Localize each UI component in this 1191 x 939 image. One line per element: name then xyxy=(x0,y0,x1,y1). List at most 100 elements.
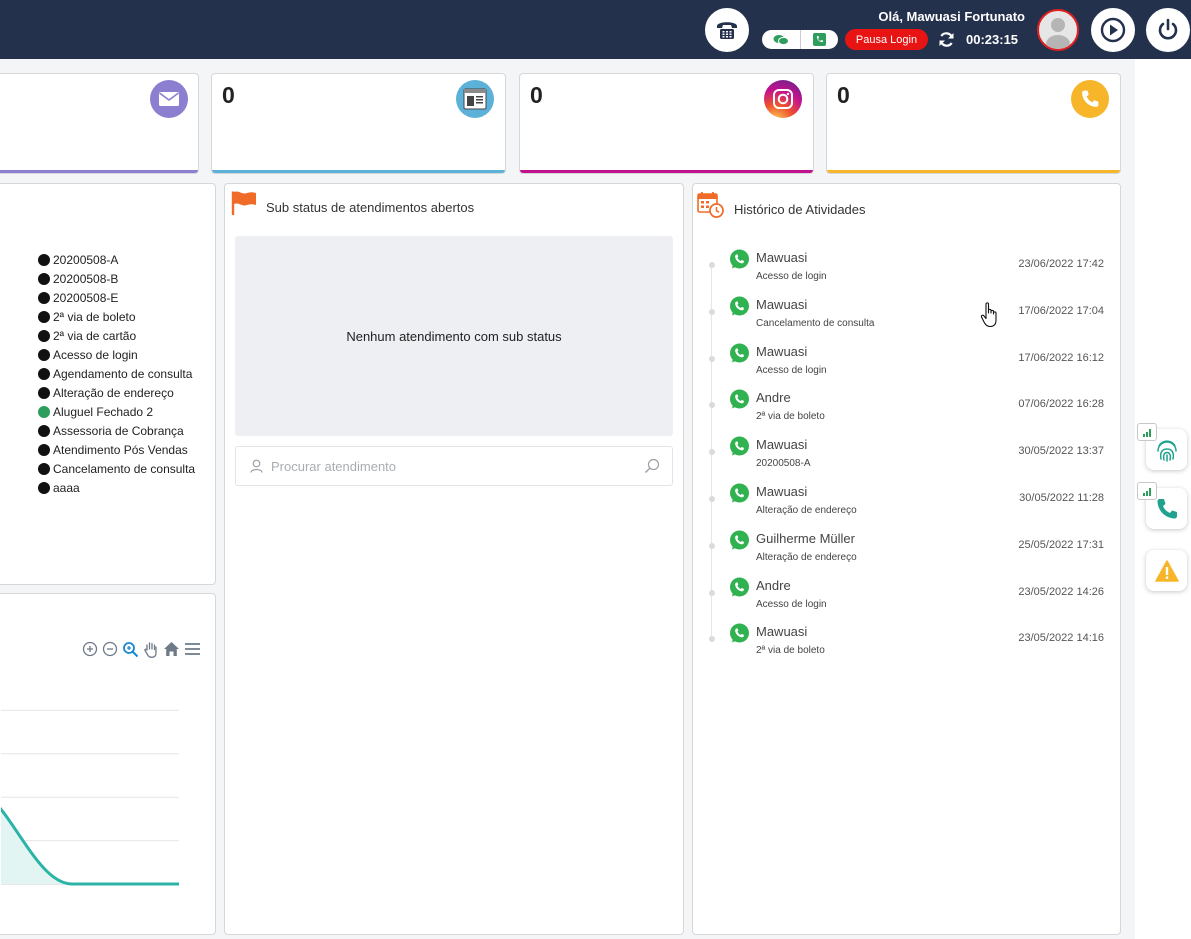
timeline-dot xyxy=(709,636,715,643)
history-date: 23/05/2022 14:26 xyxy=(1018,585,1104,598)
status-dot xyxy=(38,367,50,380)
phone-icon xyxy=(1157,498,1177,518)
status-item: 2ª via de boleto xyxy=(38,307,195,326)
phone-count: 0 xyxy=(837,82,850,108)
warning-icon xyxy=(1154,559,1179,582)
web-chat-icon xyxy=(456,80,494,118)
history-user-name: Guilherme Müller xyxy=(756,530,855,546)
web-chat-card-bar xyxy=(212,170,505,173)
zoom-in-icon[interactable] xyxy=(82,641,98,657)
history-item[interactable]: Guilherme Müller Alteração de endereço 25/… xyxy=(693,530,1120,570)
whatsapp-icon xyxy=(730,343,749,363)
status-dot xyxy=(38,348,50,361)
chart-card: 22/06 23/06 xyxy=(0,593,216,935)
whatsapp-icon xyxy=(730,483,749,503)
timeline-dot xyxy=(709,262,715,268)
status-dot xyxy=(38,310,50,323)
status-dot xyxy=(38,291,50,304)
instagram-count: 0 xyxy=(530,82,543,108)
status-item: 20200508-B xyxy=(38,269,195,288)
home-icon[interactable] xyxy=(163,641,180,657)
history-status: Alteração de endereço xyxy=(756,551,857,563)
line-chart: 22/06 23/06 xyxy=(1,709,179,894)
history-status: Acesso de login xyxy=(756,364,827,376)
history-item[interactable]: Mawuasi Acesso de login 17/06/2022 16:12 xyxy=(693,343,1120,383)
chat-toggle[interactable] xyxy=(762,30,801,49)
status-item: Acesso de login xyxy=(38,345,195,364)
history-date: 17/06/2022 16:12 xyxy=(1018,351,1104,364)
status-item: 20200508-E xyxy=(38,288,195,307)
history-item[interactable]: Mawuasi 2ª via de boleto 23/05/2022 14:16 xyxy=(693,623,1120,663)
chat-bubbles-icon xyxy=(773,34,789,45)
status-item: Cancelamento de consulta xyxy=(38,459,195,478)
whatsapp-icon xyxy=(730,436,749,456)
flag-icon xyxy=(231,191,256,215)
status-label: Agendamento de consulta xyxy=(53,366,193,381)
history-item[interactable]: Andre 2ª via de boleto 07/06/2022 16:28 xyxy=(693,389,1120,429)
history-date: 30/05/2022 13:37 xyxy=(1018,445,1104,458)
status-label: Assessoria de Cobrança xyxy=(53,423,184,438)
history-item[interactable]: Mawuasi 20200508-A 30/05/2022 13:37 xyxy=(693,436,1120,476)
fingerprint-icon xyxy=(1156,439,1177,462)
history-date: 30/05/2022 11:28 xyxy=(1019,492,1104,504)
history-status: Cancelamento de consulta xyxy=(756,317,875,329)
web-chat-count: 0 xyxy=(222,82,235,108)
alert-button[interactable] xyxy=(1146,550,1187,591)
play-icon xyxy=(1100,17,1126,43)
status-item: Agendamento de consulta xyxy=(38,364,195,383)
email-stat-card[interactable] xyxy=(0,73,199,174)
status-item: 20200508-A xyxy=(38,250,195,269)
play-button[interactable] xyxy=(1091,8,1135,52)
menu-icon[interactable] xyxy=(184,642,201,656)
history-user-name: Mawuasi xyxy=(756,250,808,265)
magnifier-icon[interactable] xyxy=(122,641,139,658)
avatar[interactable] xyxy=(1037,9,1079,51)
hand-cursor-icon xyxy=(980,302,997,328)
history-user-name: Andre xyxy=(756,577,791,593)
x-tick-label: 22/06 xyxy=(57,893,87,894)
history-item[interactable]: Mawuasi Alteração de endereço 30/05/2022 1… xyxy=(693,483,1120,523)
signal-strength-icon xyxy=(1137,482,1157,500)
instagram-stat-card[interactable]: 0 xyxy=(519,73,814,174)
session-timer: 00:23:15 xyxy=(966,32,1019,47)
instagram-card-bar xyxy=(520,170,813,173)
refresh-icon[interactable] xyxy=(938,31,955,48)
search-icon[interactable] xyxy=(644,458,660,474)
telephone-button[interactable] xyxy=(705,8,749,52)
history-date: 23/05/2022 14:16 xyxy=(1018,632,1104,645)
status-dot xyxy=(38,405,50,418)
pause-login-button[interactable]: Pausa Login xyxy=(845,29,928,50)
signal-strength-icon xyxy=(1137,423,1157,441)
phone-square-icon xyxy=(812,33,826,46)
phone-card-bar xyxy=(827,170,1120,173)
email-card-bar xyxy=(0,170,198,173)
history-date: 17/06/2022 17:04 xyxy=(1018,304,1104,317)
whatsapp-icon xyxy=(730,389,749,409)
search-input[interactable] xyxy=(271,458,631,474)
search-box xyxy=(235,446,673,486)
history-user-name: Mawuasi xyxy=(756,437,808,453)
logout-button[interactable] xyxy=(1146,8,1190,52)
web-chat-stat-card[interactable]: 0 xyxy=(211,73,506,174)
history-user-name: Andre xyxy=(756,390,791,406)
status-label: Aluguel Fechado 2 xyxy=(53,404,154,419)
chart-area-fill xyxy=(1,809,179,884)
history-item[interactable]: Mawuasi Cancelamento de consulta 17/06/202… xyxy=(693,296,1120,336)
substatus-panel: Sub status de atendimentos abertos Nenhu… xyxy=(224,183,684,935)
history-user-name: Mawuasi xyxy=(756,624,808,640)
status-dot xyxy=(38,253,50,266)
history-status: Acesso de login xyxy=(756,598,827,610)
history-item[interactable]: Andre Acesso de login 23/05/2022 14:26 xyxy=(693,577,1120,617)
channel-toggle-group xyxy=(762,30,838,49)
calendar-clock-icon xyxy=(697,192,724,218)
call-toggle[interactable] xyxy=(801,30,839,49)
pan-hand-icon[interactable] xyxy=(143,641,159,658)
phone-stat-card[interactable]: 0 xyxy=(826,73,1121,174)
history-item[interactable]: Mawuasi Acesso de login 23/06/2022 17:42 xyxy=(693,249,1120,289)
history-user-name: Mawuasi xyxy=(756,296,808,312)
zoom-out-icon[interactable] xyxy=(102,641,118,657)
status-dot xyxy=(38,424,50,437)
whatsapp-icon xyxy=(730,577,749,597)
status-label: Alteração de endereço xyxy=(53,385,174,400)
history-status: 2ª via de boleto xyxy=(756,411,825,423)
